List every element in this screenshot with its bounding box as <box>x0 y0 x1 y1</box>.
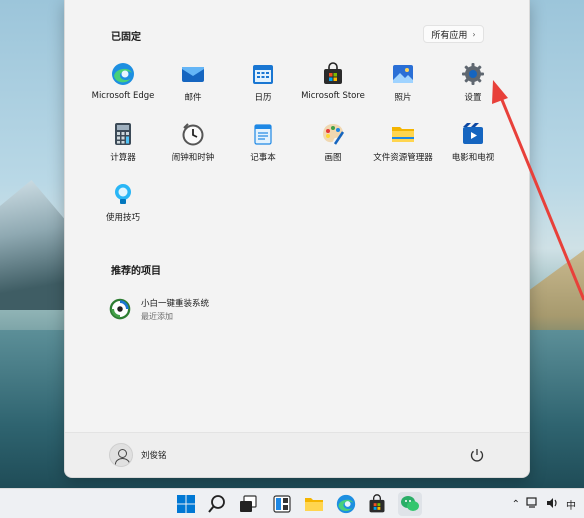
calculator-icon <box>111 122 135 146</box>
user-avatar-icon <box>109 443 133 467</box>
recommended-item-name: 小白一键重装系统 <box>141 298 210 309</box>
start-button-icon[interactable] <box>176 494 196 514</box>
all-apps-button[interactable]: 所有应用 › <box>423 25 484 43</box>
recommended-item[interactable]: 小白一键重装系统 最近添加 <box>109 292 309 326</box>
recommended-item-subtitle: 最近添加 <box>141 311 173 321</box>
app-label: 记事本 <box>250 153 276 163</box>
app-label: 使用技巧 <box>105 213 140 223</box>
file-explorer-icon <box>391 122 415 146</box>
wechat-icon[interactable] <box>398 492 422 516</box>
app-label: 计算器 <box>110 153 136 163</box>
app-tile-file-explorer[interactable]: 文件资源管理器 <box>365 118 441 168</box>
app-label: 照片 <box>394 93 412 103</box>
power-icon[interactable] <box>469 447 485 463</box>
file-explorer-icon[interactable] <box>304 494 324 514</box>
start-menu-footer: 刘俊铭 <box>65 432 529 477</box>
taskbar: ⌃ 中 <box>0 488 584 518</box>
edge-icon[interactable] <box>336 494 356 514</box>
app-tile-tips[interactable]: 使用技巧 <box>85 178 161 228</box>
app-tile-alarms[interactable]: 闹钟和时钟 <box>155 118 231 168</box>
movies-tv-icon <box>461 122 485 146</box>
volume-icon[interactable] <box>546 497 560 512</box>
photos-icon <box>391 62 415 86</box>
tips-icon <box>111 182 135 206</box>
app-tile-photos[interactable]: 照片 <box>365 58 441 108</box>
settings-icon <box>461 62 485 86</box>
app-tile-edge[interactable]: Microsoft Edge <box>85 58 161 108</box>
app-tile-calculator[interactable]: 计算器 <box>85 118 161 168</box>
app-label: Microsoft Edge <box>91 91 155 101</box>
recommended-section-title: 推荐的项目 <box>111 266 161 277</box>
mail-icon <box>181 62 205 86</box>
app-label: Microsoft Store <box>301 91 365 101</box>
user-account-button[interactable]: 刘俊铭 <box>109 442 167 468</box>
app-tile-notepad[interactable]: 记事本 <box>225 118 301 168</box>
app-label: 电影和电视 <box>451 153 495 163</box>
calendar-icon <box>251 62 275 86</box>
store-icon[interactable] <box>367 494 387 514</box>
app-tile-calendar[interactable]: 日历 <box>225 58 301 108</box>
paint-icon <box>321 122 345 146</box>
app-tile-paint[interactable]: 画图 <box>295 118 371 168</box>
search-icon[interactable] <box>207 494 227 514</box>
all-apps-label: 所有应用 <box>431 30 468 41</box>
system-tray: ⌃ 中 <box>512 489 584 518</box>
app-label: 设置 <box>464 93 482 103</box>
start-menu: 已固定 所有应用 › Microsoft Edge 邮件 日历 Microsof… <box>64 0 530 478</box>
wallpaper-hill-left <box>0 180 70 310</box>
user-name: 刘俊铭 <box>141 451 167 461</box>
app-label: 文件资源管理器 <box>373 153 433 163</box>
alarm-clock-icon <box>181 122 205 146</box>
app-label: 日历 <box>254 93 272 103</box>
app-tile-store[interactable]: Microsoft Store <box>295 58 371 108</box>
edge-icon <box>111 62 135 86</box>
app-tile-movies-tv[interactable]: 电影和电视 <box>435 118 511 168</box>
chevron-up-icon[interactable]: ⌃ <box>512 499 520 510</box>
app-label: 画图 <box>324 153 342 163</box>
app-label: 闹钟和时钟 <box>171 153 215 163</box>
chevron-right-icon: › <box>472 29 476 39</box>
task-view-icon[interactable] <box>238 494 258 514</box>
widgets-icon[interactable] <box>272 494 292 514</box>
pinned-section-title: 已固定 <box>111 32 141 43</box>
reinstall-tool-icon <box>109 298 131 320</box>
app-tile-settings[interactable]: 设置 <box>435 58 511 108</box>
app-tile-mail[interactable]: 邮件 <box>155 58 231 108</box>
notepad-icon <box>251 122 275 146</box>
app-label: 邮件 <box>184 93 202 103</box>
ime-indicator[interactable]: 中 <box>566 497 576 512</box>
network-icon[interactable] <box>526 496 540 512</box>
store-icon <box>321 62 345 86</box>
